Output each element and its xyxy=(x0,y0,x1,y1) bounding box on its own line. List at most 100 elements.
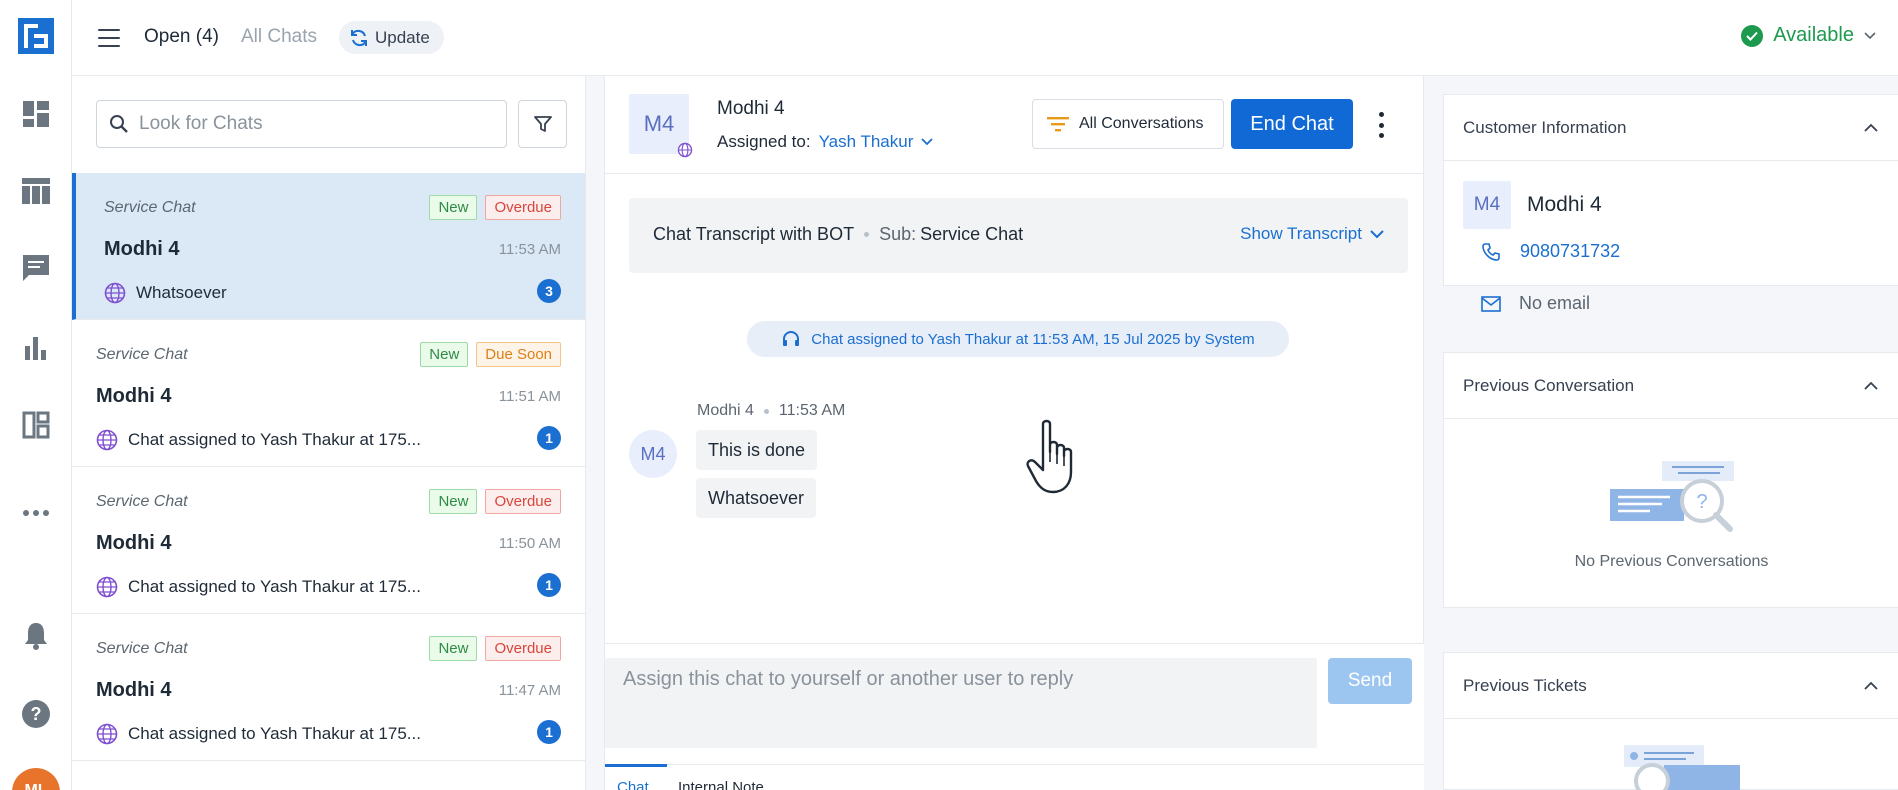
customer-email: No email xyxy=(1519,293,1591,313)
message-meta: Modhi 4 11:53 AM xyxy=(697,402,845,420)
previous-conversation-header[interactable]: Previous Conversation xyxy=(1444,353,1898,419)
chat-list-item[interactable]: Service Chat New Overdue Modhi 4 11:50 A… xyxy=(72,467,585,614)
email-icon xyxy=(1481,295,1501,312)
system-actor: System xyxy=(1204,330,1255,348)
contact-avatar: M4 xyxy=(629,94,693,158)
search-icon xyxy=(110,115,128,133)
contact-name: Modhi 4 xyxy=(96,679,172,701)
globe-icon xyxy=(677,142,693,158)
chat-icon[interactable] xyxy=(20,252,52,284)
update-label: Update xyxy=(375,27,430,47)
show-transcript-button[interactable]: Show Transcript xyxy=(1240,224,1384,244)
filter-button[interactable] xyxy=(518,100,567,148)
overdue-badge: Overdue xyxy=(485,195,561,220)
chat-preview: Chat assigned to Yash Thakur at 175... xyxy=(96,576,421,598)
tab-open[interactable]: Open (4) xyxy=(144,26,219,48)
sort-icon xyxy=(1047,117,1069,132)
contact-name: Modhi 4 xyxy=(96,385,172,407)
menu-icon[interactable] xyxy=(98,26,120,50)
update-button[interactable]: Update xyxy=(339,21,444,54)
previous-tickets-title: Previous Tickets xyxy=(1463,675,1587,695)
user-avatar[interactable]: ML xyxy=(12,768,60,790)
availability-status[interactable]: Available xyxy=(1741,24,1876,47)
chevron-up-icon[interactable] xyxy=(1864,681,1878,690)
chevron-up-icon[interactable] xyxy=(1864,123,1878,132)
empty-tickets-illustration xyxy=(1624,745,1740,790)
customer-name-row: M4 Modhi 4 xyxy=(1463,181,1602,229)
reports-icon[interactable] xyxy=(20,332,52,364)
badges: New Due Soon xyxy=(420,342,561,367)
assignee-dropdown[interactable]: Yash Thakur xyxy=(819,132,914,152)
previous-conversation-title: Previous Conversation xyxy=(1463,375,1635,395)
customer-phone-row: 9080731732 xyxy=(1482,241,1620,262)
globe-icon xyxy=(96,576,118,598)
message-time: 11:53 AM xyxy=(778,402,846,419)
overdue-badge: Overdue xyxy=(485,636,561,661)
tab-internal-note[interactable]: Internal Note xyxy=(678,779,764,790)
system-prefix: Chat assigned to xyxy=(811,330,924,348)
system-who: Yash Thakur xyxy=(927,330,1012,348)
help-icon[interactable]: ? xyxy=(20,698,52,730)
system-at: at xyxy=(1015,330,1029,348)
assignment: Assigned to: Yash Thakur xyxy=(717,132,934,152)
globe-icon xyxy=(104,282,126,304)
chat-list-item[interactable]: Service Chat New Overdue Modhi 4 11:47 A… xyxy=(72,614,585,761)
new-badge: New xyxy=(420,342,469,367)
status-label: Available xyxy=(1773,24,1854,46)
all-conversations-button[interactable]: All Conversations xyxy=(1032,99,1224,149)
chat-list-item[interactable]: Service Chat New Due Soon Modhi 4 11:51 … xyxy=(72,320,585,467)
chat-type: Service Chat xyxy=(96,640,188,657)
chat-time: 11:50 AM xyxy=(498,535,561,552)
chevron-up-icon[interactable] xyxy=(1864,381,1878,390)
customer-email-row: No email xyxy=(1481,293,1590,314)
system-message-text: Chat assigned to Yash Thakur at 11:53 AM… xyxy=(811,331,1254,348)
transcript-sub-label: Sub: xyxy=(879,224,917,244)
customer-info-header[interactable]: Customer Information xyxy=(1444,95,1898,161)
chevron-down-icon[interactable] xyxy=(921,138,934,146)
svg-text:?: ? xyxy=(1696,491,1707,513)
system-when: 11:53 AM, 15 Jul 2025 xyxy=(1032,330,1181,348)
previous-tickets-header[interactable]: Previous Tickets xyxy=(1444,653,1898,719)
reply-input[interactable] xyxy=(623,668,1299,738)
chat-preview: Whatsoever xyxy=(104,282,227,304)
contact-name: Modhi 4 xyxy=(104,238,180,260)
tab-chat[interactable]: Chat xyxy=(617,779,649,790)
svg-text:?: ? xyxy=(31,704,42,724)
message-sender: Modhi 4 xyxy=(697,402,754,419)
tab-all-chats[interactable]: All Chats xyxy=(241,26,317,48)
dashboard-icon[interactable] xyxy=(20,98,52,130)
preview-text: Whatsoever xyxy=(136,283,227,302)
customer-info-card: Customer Information M4 Modhi 4 90807317… xyxy=(1443,94,1898,286)
headset-icon xyxy=(783,331,800,346)
app-logo-icon[interactable] xyxy=(18,18,54,54)
more-options-icon[interactable] xyxy=(1377,112,1385,138)
chat-preview: Chat assigned to Yash Thakur at 175... xyxy=(96,723,421,745)
more-icon[interactable] xyxy=(20,497,52,529)
chat-time: 11:53 AM xyxy=(498,241,561,258)
preview-text: Chat assigned to Yash Thakur at 175... xyxy=(128,724,421,743)
search-input[interactable] xyxy=(139,113,489,135)
new-badge: New xyxy=(429,489,478,514)
chat-list-panel: Service Chat New Overdue Modhi 4 11:53 A… xyxy=(72,76,586,790)
top-bar: Open (4) All Chats Update Available xyxy=(72,0,1898,76)
chat-type: Service Chat xyxy=(104,199,196,216)
chat-time: 11:47 AM xyxy=(498,682,561,699)
bell-icon[interactable] xyxy=(20,620,52,652)
empty-conversations-illustration: ? xyxy=(1610,461,1734,532)
chat-preview: Chat assigned to Yash Thakur at 175... xyxy=(96,429,421,451)
end-chat-button[interactable]: End Chat xyxy=(1231,99,1353,149)
contact-name: Modhi 4 xyxy=(717,98,785,119)
system-message: Chat assigned to Yash Thakur at 11:53 AM… xyxy=(747,321,1289,357)
previous-conversation-card: Previous Conversation ? No Previous Conv… xyxy=(1443,352,1898,608)
separator-dot xyxy=(763,408,769,414)
refresh-icon xyxy=(351,29,367,46)
send-button[interactable]: Send xyxy=(1328,658,1412,704)
assigned-label: Assigned to: xyxy=(717,132,811,151)
layout-icon[interactable] xyxy=(20,409,52,441)
previous-tickets-card: Previous Tickets xyxy=(1443,652,1898,790)
customer-phone-link[interactable]: 9080731732 xyxy=(1520,241,1620,262)
table-icon[interactable] xyxy=(20,175,52,207)
chat-list-item[interactable]: Service Chat New Overdue Modhi 4 11:53 A… xyxy=(72,173,585,320)
conversation-header: M4 Modhi 4 Assigned to: Yash Thakur All … xyxy=(605,76,1425,174)
badges: New Overdue xyxy=(429,636,561,661)
